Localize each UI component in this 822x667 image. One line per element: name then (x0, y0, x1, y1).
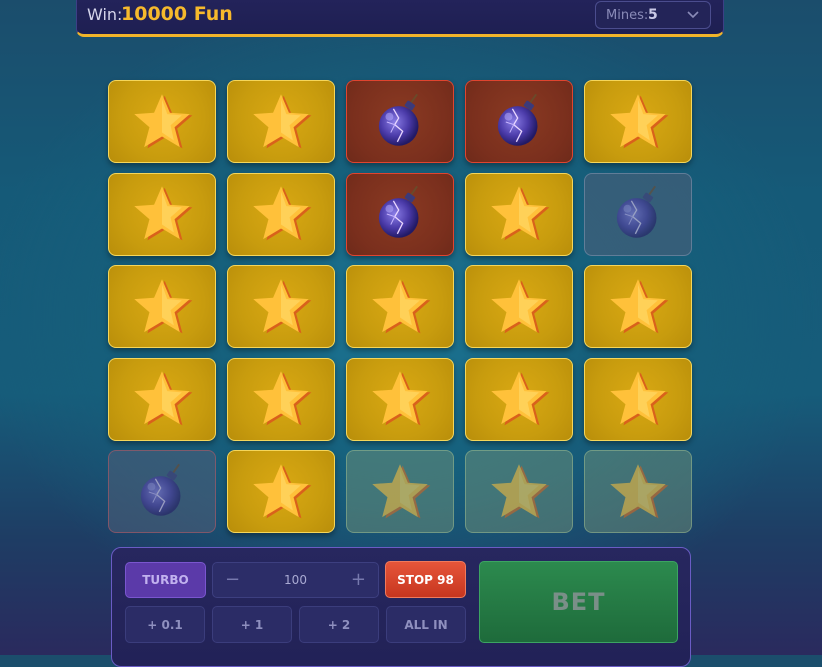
bomb-icon (378, 93, 419, 146)
gem-tile[interactable] (584, 357, 692, 441)
stop-autoplay-button[interactable]: STOP 98 (385, 561, 466, 598)
star-icon (253, 93, 312, 148)
gem-tile[interactable] (227, 357, 335, 441)
unrevealed-gem-tile[interactable] (346, 450, 454, 533)
bomb-tile[interactable] (346, 80, 454, 163)
gem-tile[interactable] (227, 80, 335, 163)
star-icon (253, 371, 312, 426)
gem-tile[interactable] (227, 265, 335, 348)
gem-tile[interactable] (108, 357, 216, 441)
star-icon (134, 371, 193, 426)
bomb-icon (497, 93, 538, 146)
gem-tile[interactable] (346, 265, 454, 348)
top-bar: Win: 10000 Fun Mines: 5 (76, 0, 724, 37)
unrevealed-gem-tile[interactable] (584, 450, 692, 533)
star-icon (491, 371, 550, 426)
win-label: Win: (87, 5, 123, 24)
gem-tile[interactable] (346, 357, 454, 441)
turbo-button[interactable]: TURBO (125, 562, 206, 598)
star-icon (610, 463, 669, 518)
mines-select[interactable]: Mines: 5 (595, 1, 711, 29)
star-icon (610, 93, 669, 148)
increase-button[interactable]: + (351, 569, 366, 590)
star-icon (372, 463, 431, 518)
gem-tile[interactable] (584, 80, 692, 163)
star-icon (253, 186, 312, 241)
bomb-icon (140, 463, 181, 516)
increment-0-1-button[interactable]: + 0.1 (125, 606, 205, 643)
gem-tile[interactable] (227, 172, 335, 256)
unrevealed-bomb-tile[interactable] (108, 450, 216, 533)
all-in-button[interactable]: ALL IN (386, 606, 466, 643)
star-icon (491, 278, 550, 333)
control-panel: TURBO − 100 + STOP 98 + 0.1 + 1 + 2 ALL … (111, 547, 691, 667)
star-icon (253, 463, 312, 518)
unrevealed-bomb-tile[interactable] (584, 172, 692, 256)
bet-amount-stepper[interactable]: − 100 + (212, 562, 379, 598)
gem-tile[interactable] (584, 265, 692, 348)
gem-tile[interactable] (108, 172, 216, 256)
gem-tile[interactable] (108, 265, 216, 348)
mines-grid (108, 80, 692, 533)
bomb-icon (616, 185, 657, 238)
star-icon (134, 278, 193, 333)
star-icon (610, 278, 669, 333)
gem-tile[interactable] (465, 172, 573, 256)
mines-value: 5 (648, 7, 658, 23)
bomb-tile[interactable] (465, 80, 573, 163)
mines-label: Mines: (606, 8, 649, 23)
bomb-tile[interactable] (346, 172, 454, 256)
gem-tile[interactable] (227, 450, 335, 533)
bomb-icon (378, 185, 419, 238)
star-icon (134, 186, 193, 241)
win-value: 10000 Fun (121, 3, 233, 25)
star-icon (372, 278, 431, 333)
star-icon (134, 93, 193, 148)
star-icon (491, 463, 550, 518)
gem-tile[interactable] (465, 357, 573, 441)
gem-tile[interactable] (108, 80, 216, 163)
star-icon (253, 278, 312, 333)
chevron-down-icon (687, 11, 699, 19)
increment-1-button[interactable]: + 1 (212, 606, 292, 643)
star-icon (610, 371, 669, 426)
star-icon (491, 186, 550, 241)
bet-button[interactable]: BET (479, 561, 678, 643)
gem-tile[interactable] (465, 265, 573, 348)
star-icon (372, 371, 431, 426)
increment-2-button[interactable]: + 2 (299, 606, 379, 643)
unrevealed-gem-tile[interactable] (465, 450, 573, 533)
